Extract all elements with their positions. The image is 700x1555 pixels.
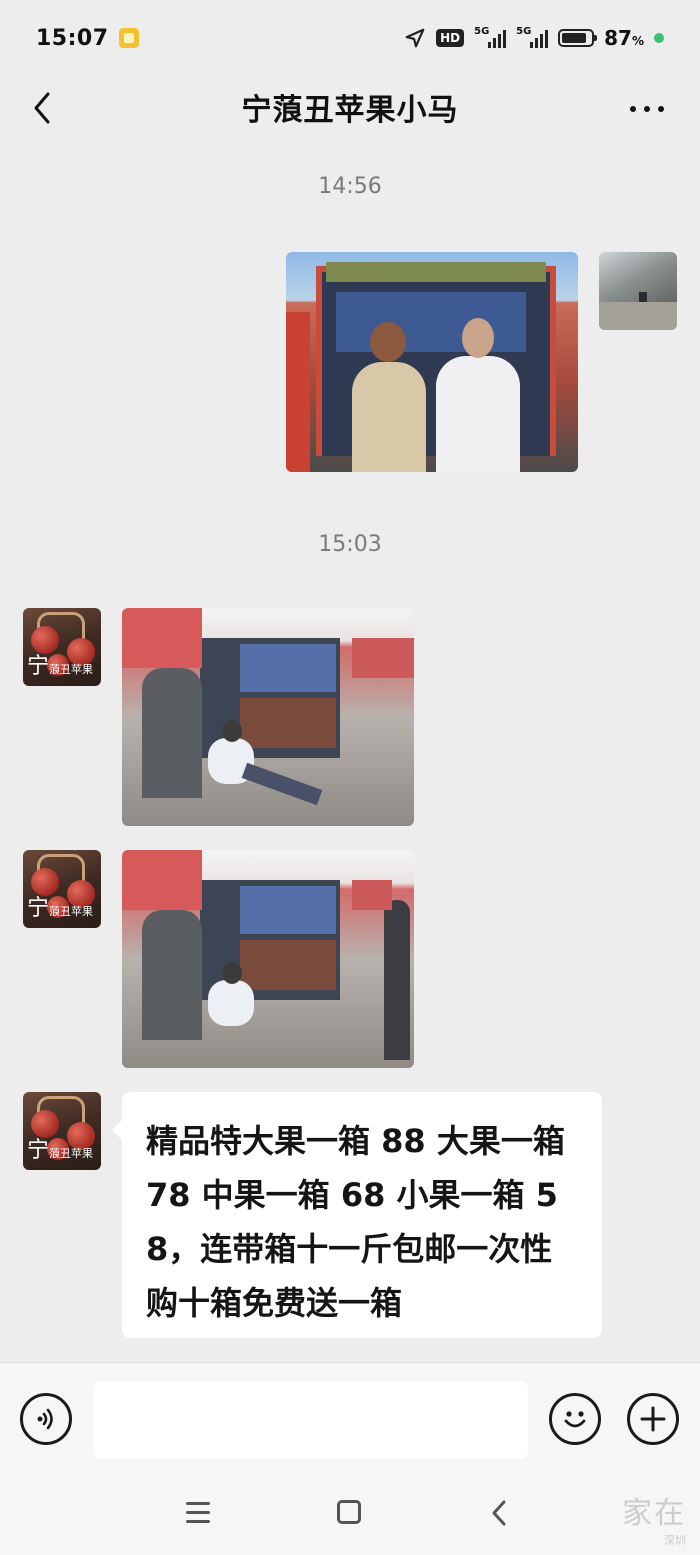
message-timestamp-2: 15:03 [318, 532, 382, 557]
watermark: 家在 深圳 [622, 1496, 686, 1547]
voice-input-button[interactable] [20, 1393, 72, 1445]
smiley-icon [564, 1411, 586, 1428]
home-icon[interactable] [337, 1500, 361, 1524]
voice-icon [37, 1408, 53, 1430]
plus-icon [640, 1406, 666, 1432]
battery-level [562, 33, 587, 43]
more-actions-button[interactable] [627, 1393, 679, 1445]
received-photo-message[interactable] [122, 608, 414, 826]
system-nav-bar: 家在 深圳 [0, 1468, 700, 1555]
status-time: 15:07 [36, 25, 109, 51]
text-message-bubble[interactable]: 精品特大果一箱 88 大果一箱 78 中果一箱 68 小果一箱 58，连带箱十一… [112, 1092, 602, 1338]
notification-icon [118, 28, 139, 48]
contact-avatar[interactable]: 宁蒗丑苹果 [23, 850, 101, 928]
emoji-button[interactable] [549, 1393, 601, 1445]
chat-header: 宁蒗丑苹果小马 [0, 76, 700, 138]
contact-avatar[interactable]: 宁蒗丑苹果 [23, 1092, 101, 1170]
location-arrow-icon [405, 28, 425, 48]
status-bar: 15:07 HD 5G 5G 87% [0, 0, 700, 76]
input-bar [0, 1362, 700, 1468]
hd-badge: HD [436, 29, 465, 47]
sent-photo-message[interactable] [286, 252, 578, 472]
back-arrow-icon[interactable] [30, 90, 54, 126]
system-back-icon[interactable] [488, 1498, 510, 1528]
message-input[interactable] [94, 1381, 528, 1459]
received-photo-message[interactable] [122, 850, 414, 1068]
battery-icon [558, 29, 598, 47]
avatar-caption: 宁蒗丑苹果 [27, 654, 94, 679]
contact-avatar[interactable]: 宁蒗丑苹果 [23, 608, 101, 686]
recent-apps-icon[interactable] [186, 1502, 210, 1529]
more-options-icon[interactable] [630, 106, 664, 112]
avatar-caption: 宁蒗丑苹果 [27, 1138, 94, 1163]
avatar-caption: 宁蒗丑苹果 [27, 896, 94, 921]
battery-percent: 87% [604, 26, 644, 50]
chat-title: 宁蒗丑苹果小马 [241, 93, 459, 128]
signal-strength-icon: 5G [474, 26, 507, 48]
my-avatar[interactable] [599, 252, 677, 330]
charging-dot-icon [654, 33, 664, 43]
status-indicators: HD 5G 5G 87% [404, 26, 664, 50]
signal-label-2: 5G [516, 26, 532, 37]
signal-strength-icon-2: 5G [516, 26, 549, 48]
signal-label: 5G [474, 26, 490, 37]
message-timestamp: 14:56 [318, 174, 382, 199]
